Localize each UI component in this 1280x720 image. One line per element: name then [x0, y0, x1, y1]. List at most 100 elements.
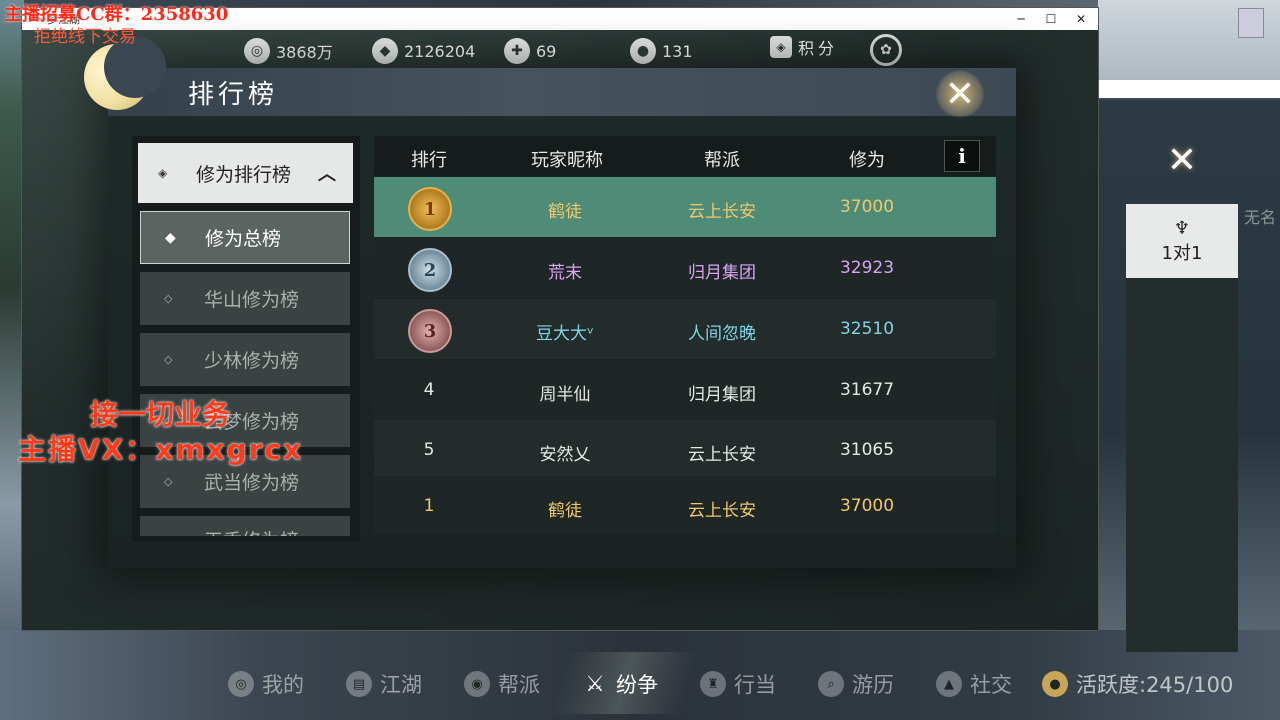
nav-conflict[interactable]: ⚔ 纷争 — [582, 660, 658, 708]
header-rank: 排行 — [411, 150, 447, 171]
score-cell: 32510 — [839, 319, 895, 339]
silver-medal-icon: 2 — [408, 248, 452, 292]
nickname-cell[interactable]: 豆大大ᵛ — [536, 319, 594, 344]
maximize-button[interactable]: ☐ — [1036, 8, 1066, 30]
resource-gold[interactable]: ● 131 — [630, 33, 693, 69]
nickname-cell[interactable]: 荒末 — [548, 258, 582, 283]
table-row[interactable] — [374, 420, 996, 480]
chevron-up-icon[interactable]: ︿ — [318, 160, 336, 186]
score-cell: 37000 — [839, 197, 895, 217]
nav-label: 江湖 — [380, 673, 422, 697]
table-row[interactable] — [374, 238, 996, 298]
menu-header-label: 修为排行榜 — [196, 163, 292, 186]
guild-cell: 云上长安 — [688, 445, 756, 465]
rank-cell: 5 — [423, 440, 435, 460]
nav-my[interactable]: ◎ 我的 — [228, 660, 304, 708]
nav-jianghu[interactable]: ▤ 江湖 — [346, 660, 422, 708]
panel-title: 排行榜 — [188, 80, 279, 110]
jifen-label: 积分 — [798, 39, 839, 58]
nickname-cell[interactable]: 安然乂 — [540, 440, 591, 465]
menu-item-shaolin[interactable]: ◇ 少林修为榜 — [140, 333, 350, 386]
background-scenery-left — [0, 0, 24, 720]
menu-header-cultivation[interactable]: ◈ 修为排行榜 ︿ — [138, 143, 353, 203]
menu-item-label: 少林修为榜 — [204, 350, 300, 372]
ticket-icon: ✚ — [504, 38, 530, 64]
resource-gold-value: 131 — [662, 41, 693, 61]
resource-tickets-value: 69 — [536, 41, 557, 61]
table-row[interactable] — [374, 360, 996, 420]
nav-social[interactable]: ▲ 社交 — [936, 660, 1012, 708]
profile-icon: ◎ — [228, 671, 254, 697]
bullet-icon: ◆ — [165, 229, 176, 246]
guild-cell: 云上长安 — [688, 501, 756, 521]
coin-icon: ◎ — [244, 38, 270, 64]
ingot-icon: ◆ — [372, 38, 398, 64]
score-cell: 31677 — [839, 380, 895, 400]
trident-icon: ♆ — [1173, 217, 1191, 239]
profession-icon: ♜ — [700, 671, 726, 697]
crossed-swords-icon: ⚔ — [585, 671, 605, 697]
nickname-cell[interactable]: 鹤徒 — [548, 197, 582, 222]
rank-cell: 1 — [423, 496, 435, 516]
table-row[interactable] — [374, 476, 996, 534]
background-window-strip — [1098, 80, 1280, 98]
guild-cell: 云上长安 — [688, 202, 756, 222]
tab-1v1[interactable]: ♆ 1对1 — [1126, 204, 1238, 278]
activity-label: 活跃度:245/100 — [1076, 673, 1234, 697]
scroll-icon: ▤ — [346, 671, 372, 697]
table-row[interactable] — [374, 299, 996, 359]
rank-cell: 4 — [423, 380, 435, 400]
diamond-icon: ◈ — [158, 166, 168, 180]
resource-coins[interactable]: ◎ 3868万 — [244, 33, 333, 69]
menu-item-total[interactable]: ◆ 修为总榜 — [140, 211, 350, 264]
menu-item-tianxiang[interactable]: 天香修为榜 — [140, 516, 350, 536]
resource-silver[interactable]: ◆ 2126204 — [372, 33, 475, 69]
score-cell: 32923 — [839, 258, 895, 278]
panel-close-button[interactable]: ✕ — [938, 74, 982, 115]
nav-label: 我的 — [262, 673, 304, 697]
activity-medal-icon: ● — [1042, 671, 1068, 697]
nav-label: 行当 — [734, 673, 776, 697]
minimize-button[interactable]: ─ — [1006, 8, 1036, 30]
menu-item-label: 天香修为榜 — [204, 526, 299, 536]
tab-1v1-label: 1对1 — [1161, 242, 1203, 264]
nav-label: 社交 — [970, 673, 1012, 697]
resource-tickets[interactable]: ✚ 69 — [504, 33, 556, 69]
guild-cell: 人间忽晚 — [688, 324, 756, 344]
guild-cell: 归月集团 — [688, 385, 756, 405]
bullet-icon: ◇ — [164, 353, 173, 366]
gold-ingot-icon: ● — [630, 38, 656, 64]
right-close-button[interactable]: ✕ — [1160, 140, 1204, 181]
nickname-cell[interactable]: 周半仙 — [540, 380, 591, 405]
nav-guild[interactable]: ◉ 帮派 — [464, 660, 540, 708]
nav-profession[interactable]: ♜ 行当 — [700, 660, 776, 708]
jifen-button[interactable]: ◈ 积分 — [770, 35, 838, 59]
nav-label: 帮派 — [498, 673, 540, 697]
table-row[interactable] — [374, 177, 996, 237]
menu-item-label: 武当修为榜 — [204, 472, 300, 494]
bronze-medal-icon: 3 — [408, 309, 452, 353]
header-nickname: 玩家昵称 — [531, 150, 603, 171]
nav-label: 纷争 — [616, 673, 658, 697]
menu-item-label: 修为总榜 — [205, 228, 282, 250]
guild-icon: ◉ — [464, 671, 490, 697]
jifen-icon: ◈ — [770, 36, 792, 58]
info-icon[interactable]: i — [944, 140, 980, 172]
menu-item-label: 华山修为榜 — [204, 289, 300, 311]
nickname-cell[interactable]: 鹤徒 — [548, 496, 582, 521]
gold-medal-icon: 1 — [408, 187, 452, 231]
bullet-icon: ◇ — [164, 292, 173, 305]
resource-coins-value: 3868万 — [276, 43, 333, 62]
nav-travel[interactable]: ⌕ 游历 — [818, 660, 894, 708]
score-cell: 37000 — [839, 496, 895, 516]
header-cultivation: 修为 — [849, 150, 885, 171]
settings-gear-icon[interactable]: ✿ — [870, 34, 902, 66]
overlay-contact-text: 主播VX：xmxgrcx — [18, 433, 304, 466]
nav-activity[interactable]: ● 活跃度:245/100 — [1042, 660, 1233, 708]
desktop-window-thumbnail[interactable] — [1238, 8, 1264, 38]
window-close-button[interactable]: ✕ — [1066, 8, 1096, 30]
menu-item-huashan[interactable]: ◇ 华山修为榜 — [140, 272, 350, 325]
overlay-business-text: 接一切业务 — [90, 398, 231, 431]
social-icon: ▲ — [936, 671, 962, 697]
nav-label: 游历 — [852, 673, 894, 697]
